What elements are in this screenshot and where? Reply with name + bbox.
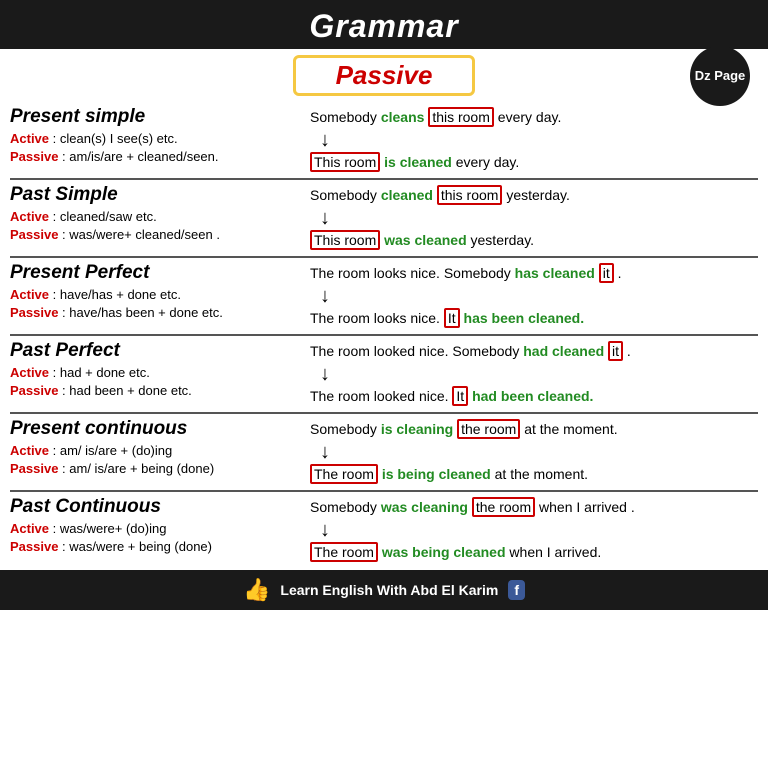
passive-rule-present-perfect: Passive : have/has been + done etc. xyxy=(10,304,292,322)
active-rule-present-simple: Active : clean(s) I see(s) etc. xyxy=(10,130,292,148)
page-title: Grammar xyxy=(0,8,768,45)
passive-rule-past-perfect: Passive : had been + done etc. xyxy=(10,382,292,400)
footer: 👍 Learn English With Abd El Karim f xyxy=(0,570,768,610)
passive-label: Passive xyxy=(336,60,433,90)
passive-bar: Passive Dz Page xyxy=(0,49,768,102)
active-rule-past-perfect: Active : had + done etc. xyxy=(10,364,292,382)
right-col-past-perfect: The room looked nice. Somebody had clean… xyxy=(300,340,758,408)
section-present-simple: Present simple Active : clean(s) I see(s… xyxy=(10,102,758,180)
passive-badge: Passive xyxy=(293,55,476,96)
section-title-present-perfect: Present Perfect xyxy=(10,262,292,284)
active-example-past-simple: Somebody cleaned this room yesterday. xyxy=(310,185,758,206)
section-title-past-continuous: Past Continuous xyxy=(10,496,292,518)
passive-rule-past-simple: Passive : was/were+ cleaned/seen . xyxy=(10,226,292,244)
passive-example-past-continuous: The room was being cleaned when I arrive… xyxy=(310,542,758,563)
passive-example-present-simple: This room is cleaned every day. xyxy=(310,152,758,173)
section-present-perfect: Present Perfect Active : have/has + done… xyxy=(10,258,758,336)
left-col-past-perfect: Past Perfect Active : had + done etc. Pa… xyxy=(10,340,300,408)
right-col-present-perfect: The room looks nice. Somebody has cleane… xyxy=(300,262,758,330)
section-title-present-simple: Present simple xyxy=(10,106,292,128)
active-example-present-continuous: Somebody is cleaning the room at the mom… xyxy=(310,419,758,440)
active-rule-past-continuous: Active : was/were+ (do)ing xyxy=(10,520,292,538)
section-title-past-perfect: Past Perfect xyxy=(10,340,292,362)
passive-example-past-perfect: The room looked nice. It had been cleane… xyxy=(310,386,758,407)
arrow-past-simple: ↓ xyxy=(310,208,758,228)
passive-rule-present-continuous: Passive : am/ is/are + being (done) xyxy=(10,460,292,478)
left-col-present-simple: Present simple Active : clean(s) I see(s… xyxy=(10,106,300,174)
left-col-past-simple: Past Simple Active : cleaned/saw etc. Pa… xyxy=(10,184,300,252)
facebook-icon: f xyxy=(508,580,525,600)
passive-rule-present-simple: Passive : am/is/are + cleaned/seen. xyxy=(10,148,292,166)
passive-example-present-perfect: The room looks nice. It has been cleaned… xyxy=(310,308,758,329)
arrow-present-simple: ↓ xyxy=(310,130,758,150)
footer-text: Learn English With Abd El Karim xyxy=(280,582,498,598)
thumbs-up-icon: 👍 xyxy=(243,577,270,603)
section-past-perfect: Past Perfect Active : had + done etc. Pa… xyxy=(10,336,758,414)
header: Grammar xyxy=(0,0,768,49)
arrow-present-continuous: ↓ xyxy=(310,442,758,462)
right-col-present-continuous: Somebody is cleaning the room at the mom… xyxy=(300,418,758,486)
arrow-present-perfect: ↓ xyxy=(310,286,758,306)
arrow-past-perfect: ↓ xyxy=(310,364,758,384)
right-col-past-simple: Somebody cleaned this room yesterday. ↓ … xyxy=(300,184,758,252)
section-past-continuous: Past Continuous Active : was/were+ (do)i… xyxy=(10,492,758,568)
dz-page-badge: Dz Page xyxy=(690,46,750,106)
arrow-past-continuous: ↓ xyxy=(310,520,758,540)
active-rule-present-continuous: Active : am/ is/are + (do)ing xyxy=(10,442,292,460)
section-past-simple: Past Simple Active : cleaned/saw etc. Pa… xyxy=(10,180,758,258)
section-title-present-continuous: Present continuous xyxy=(10,418,292,440)
left-col-past-continuous: Past Continuous Active : was/were+ (do)i… xyxy=(10,496,300,564)
active-example-past-perfect: The room looked nice. Somebody had clean… xyxy=(310,341,758,362)
passive-example-present-continuous: The room is being cleaned at the moment. xyxy=(310,464,758,485)
active-example-present-perfect: The room looks nice. Somebody has cleane… xyxy=(310,263,758,284)
passive-example-past-simple: This room was cleaned yesterday. xyxy=(310,230,758,251)
left-col-present-perfect: Present Perfect Active : have/has + done… xyxy=(10,262,300,330)
right-col-past-continuous: Somebody was cleaning the room when I ar… xyxy=(300,496,758,564)
active-example-past-continuous: Somebody was cleaning the room when I ar… xyxy=(310,497,758,518)
right-col-present-simple: Somebody cleans this room every day. ↓ T… xyxy=(300,106,758,174)
active-example-present-simple: Somebody cleans this room every day. xyxy=(310,107,758,128)
active-rule-present-perfect: Active : have/has + done etc. xyxy=(10,286,292,304)
section-title-past-simple: Past Simple xyxy=(10,184,292,206)
section-present-continuous: Present continuous Active : am/ is/are +… xyxy=(10,414,758,492)
left-col-present-continuous: Present continuous Active : am/ is/are +… xyxy=(10,418,300,486)
passive-rule-past-continuous: Passive : was/were + being (done) xyxy=(10,538,292,556)
main-content: Present simple Active : clean(s) I see(s… xyxy=(0,102,768,568)
active-rule-past-simple: Active : cleaned/saw etc. xyxy=(10,208,292,226)
